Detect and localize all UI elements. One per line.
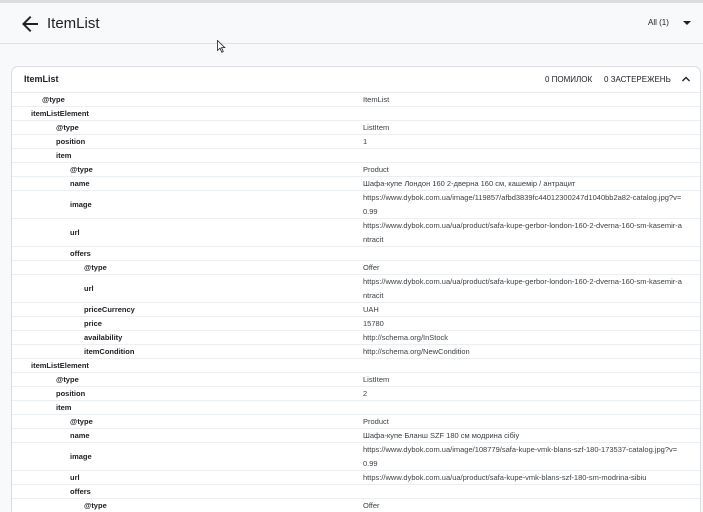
property-value: https://www.dybok.com.ua/image/119857/af… [363, 193, 682, 216]
page-title: ItemList [47, 15, 100, 32]
table-row: offers [12, 247, 700, 261]
property-key: @type [42, 95, 65, 104]
property-key: @type [84, 263, 107, 272]
property-value: http://schema.org/NewCondition [363, 347, 470, 356]
property-value: 1 [363, 137, 368, 146]
property-value: Шафа-купе Бланш SZF 180 см модрина сібіу [363, 431, 520, 440]
property-value: https://www.dybok.com.ua/ua/product/safa… [363, 277, 682, 300]
property-key: @type [56, 375, 79, 384]
property-key: @type [56, 123, 79, 132]
property-value: ListItem [363, 375, 390, 384]
table-row: itemListElement [12, 107, 700, 121]
table-row: url https://www.dybok.com.ua/ua/product/s… [12, 275, 700, 303]
caret-down-icon[interactable] [682, 19, 692, 27]
table-row: @type Offer [12, 261, 700, 275]
filter-dropdown[interactable]: All (1) [648, 18, 669, 27]
property-value: Offer [363, 501, 380, 510]
card-title: ItemList [24, 74, 59, 84]
property-key: name [70, 179, 90, 188]
table-row: itemCondition http://schema.org/NewCondit… [12, 345, 700, 359]
chevron-up-icon[interactable] [681, 74, 691, 84]
table-row: name Шафа-купе Лондон 160 2-дверна 160 см… [12, 177, 700, 191]
table-row: url https://www.dybok.com.ua/ua/product/s… [12, 471, 700, 485]
property-key: @type [70, 165, 93, 174]
table-row: @type ListItem [12, 373, 700, 387]
property-key: image [70, 452, 92, 461]
top-bar: ItemList All (1) [0, 0, 703, 44]
result-card: ItemList 0 ПОМИЛОК 0 ЗАСТЕРЕЖЕНЬ @type It… [11, 66, 701, 512]
property-value: ItemList [363, 95, 390, 104]
property-value: https://www.dybok.com.ua/image/108779/sa… [363, 445, 678, 468]
table-row: @type Product [12, 415, 700, 429]
table-row: price 15780 [12, 317, 700, 331]
property-key: offers [70, 249, 91, 258]
property-value: 2 [363, 389, 368, 398]
property-key: position [56, 137, 86, 146]
property-key: itemCondition [84, 347, 135, 356]
table-row: item [12, 149, 700, 163]
property-value: UAH [363, 305, 379, 314]
property-key: item [56, 151, 72, 160]
table-row: @type Offer [12, 499, 700, 512]
table-row: @type ListItem [12, 121, 700, 135]
table-row: availability http://schema.org/InStock [12, 331, 700, 345]
property-key: url [84, 284, 94, 293]
error-count: 0 ПОМИЛОК [545, 75, 593, 84]
property-key: availability [84, 333, 123, 342]
table-row: @type Product [12, 163, 700, 177]
table-row: itemListElement [12, 359, 700, 373]
mouse-pointer-icon [217, 40, 226, 53]
table-row: position 2 [12, 387, 700, 401]
table-row: url https://www.dybok.com.ua/ua/product/s… [12, 219, 700, 247]
table-row: priceCurrency UAH [12, 303, 700, 317]
property-key: itemListElement [31, 109, 89, 118]
property-value: https://www.dybok.com.ua/ua/product/safa… [363, 221, 682, 244]
arrow-left-icon[interactable] [18, 12, 42, 36]
property-value: https://www.dybok.com.ua/ua/product/safa… [363, 473, 647, 482]
property-value: ListItem [363, 123, 390, 132]
table-row: position 1 [12, 135, 700, 149]
property-key: @type [84, 501, 107, 510]
table-row: image https://www.dybok.com.ua/image/1087… [12, 443, 700, 471]
property-key: @type [70, 417, 93, 426]
property-value: Product [363, 417, 389, 426]
property-value: Product [363, 165, 389, 174]
table-row: @type ItemList [12, 93, 700, 107]
card-header[interactable]: ItemList 0 ПОМИЛОК 0 ЗАСТЕРЕЖЕНЬ [12, 67, 700, 93]
property-key: priceCurrency [84, 305, 135, 314]
property-key: price [84, 319, 102, 328]
property-key: image [70, 200, 92, 209]
property-key: name [70, 431, 90, 440]
property-value: 15780 [363, 319, 384, 328]
table-row: offers [12, 485, 700, 499]
property-key: item [56, 403, 72, 412]
table-row: image https://www.dybok.com.ua/image/1198… [12, 191, 700, 219]
property-key: url [70, 228, 80, 237]
property-value: Шафа-купе Лондон 160 2-дверна 160 см, ка… [363, 179, 576, 188]
property-key: offers [70, 487, 91, 496]
property-key: url [70, 473, 80, 482]
table-row: name Шафа-купе Бланш SZF 180 см модрина с… [12, 429, 700, 443]
property-value: http://schema.org/InStock [363, 333, 449, 342]
property-key: position [56, 389, 86, 398]
warning-count: 0 ЗАСТЕРЕЖЕНЬ [604, 75, 671, 84]
property-value: Offer [363, 263, 380, 272]
property-key: itemListElement [31, 361, 89, 370]
table-row: item [12, 401, 700, 415]
